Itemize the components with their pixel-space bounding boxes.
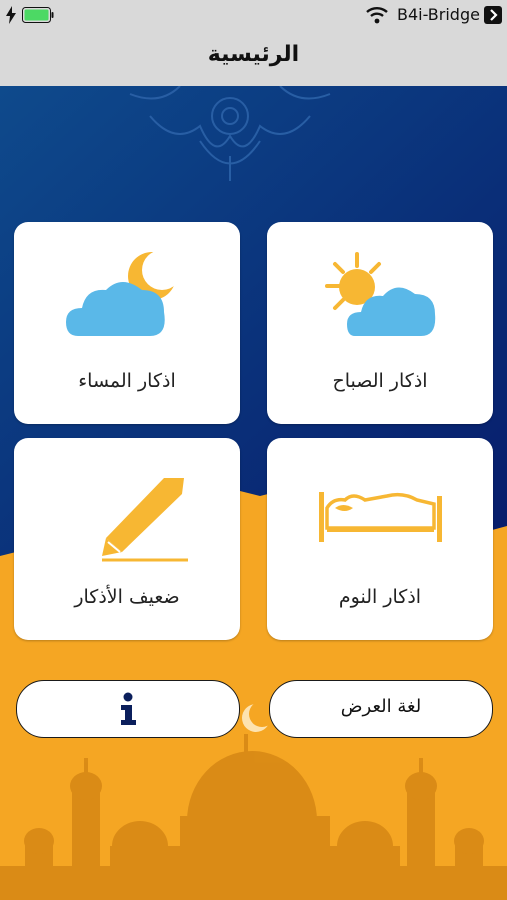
display-language-label: لغة العرض [340,696,422,717]
moon-cloud-icon [66,252,182,336]
morning-adhkar-label: اذكار الصباح [332,370,428,392]
status-bar: B4i-Bridge [0,0,507,34]
wifi-icon [366,7,388,24]
morning-adhkar-card[interactable]: اذكار الصباح [267,222,493,424]
info-button[interactable] [16,680,240,738]
weak-adhkar-card[interactable]: ضعيف الأذكار [14,438,240,640]
display-language-button[interactable]: لغة العرض [269,680,493,738]
sun-cloud-icon [325,252,436,336]
bed-icon [319,492,442,542]
sleep-adhkar-label: اذكار النوم [338,586,422,608]
sleep-adhkar-card[interactable]: اذكار النوم [267,438,493,640]
battery-icon [22,7,54,23]
weak-adhkar-label: ضعيف الأذكار [74,586,180,608]
evening-adhkar-label: اذكار المساء [78,370,176,392]
carrier-name: B4i-Bridge [397,5,480,24]
page-title: الرئيسية [207,42,300,67]
charging-bolt-icon [6,6,16,24]
navigation-bar: الرئيسية [0,34,507,87]
evening-adhkar-card[interactable]: اذكار المساء [14,222,240,424]
info-icon [121,692,136,725]
back-to-app-icon[interactable] [484,6,502,24]
pen-icon [102,478,188,562]
